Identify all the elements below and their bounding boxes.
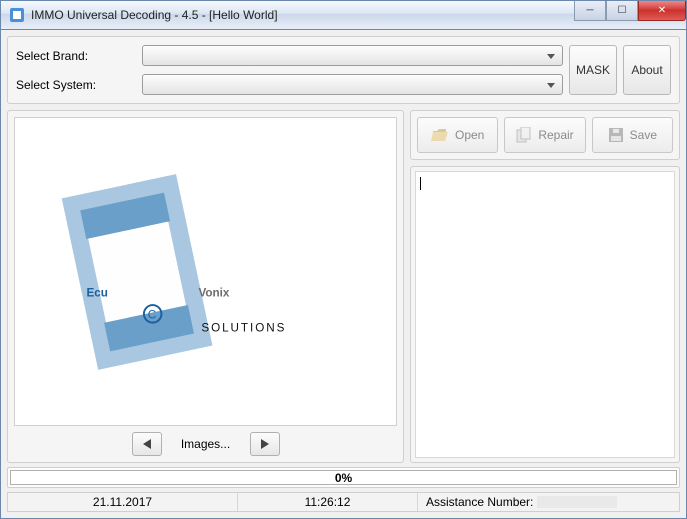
progress-text: 0% xyxy=(335,471,352,485)
progress-panel: 0% xyxy=(7,467,680,488)
svg-text:C: C xyxy=(148,308,156,321)
middle-area: Ecu Vonix C SOLUTIONS Images... xyxy=(7,110,680,463)
status-bar: 21.11.2017 11:26:12 Assistance Number: xyxy=(7,492,680,512)
minimize-button[interactable]: ─ xyxy=(574,1,606,21)
arrow-left-icon xyxy=(143,439,151,449)
open-button[interactable]: Open xyxy=(417,117,498,153)
about-button[interactable]: About xyxy=(623,45,671,95)
log-panel xyxy=(410,166,680,463)
selectors: Select Brand: Select System: xyxy=(16,45,563,95)
right-panel: Open Repair Save xyxy=(410,110,680,463)
save-button[interactable]: Save xyxy=(592,117,673,153)
next-image-button[interactable] xyxy=(250,432,280,456)
assistance-number xyxy=(537,496,617,508)
mask-button[interactable]: MASK xyxy=(569,45,617,95)
svg-text:SOLUTIONS: SOLUTIONS xyxy=(202,321,287,334)
status-assistance: Assistance Number: xyxy=(418,493,679,511)
documents-icon xyxy=(516,127,532,143)
ecuvonix-logo: Ecu Vonix C SOLUTIONS xyxy=(30,160,381,384)
client-area: Select Brand: Select System: MASK About xyxy=(0,30,687,519)
image-viewer: Ecu Vonix C SOLUTIONS xyxy=(14,117,397,426)
brand-combobox[interactable] xyxy=(142,45,563,66)
window-controls: ─ ☐ ✕ xyxy=(574,1,686,21)
repair-button[interactable]: Repair xyxy=(504,117,585,153)
log-textarea[interactable] xyxy=(415,171,675,458)
arrow-right-icon xyxy=(261,439,269,449)
file-toolbar: Open Repair Save xyxy=(410,110,680,160)
status-date: 21.11.2017 xyxy=(8,493,238,511)
svg-text:Vonix: Vonix xyxy=(199,286,230,299)
system-row: Select System: xyxy=(16,74,563,95)
maximize-button[interactable]: ☐ xyxy=(606,1,638,21)
app-icon xyxy=(9,7,25,23)
assistance-label: Assistance Number: xyxy=(426,495,533,509)
titlebar: IMMO Universal Decoding - 4.5 - [Hello W… xyxy=(0,0,687,30)
status-time: 11:26:12 xyxy=(238,493,418,511)
folder-open-icon xyxy=(431,128,449,142)
svg-text:Ecu: Ecu xyxy=(87,286,108,299)
image-panel: Ecu Vonix C SOLUTIONS Images... xyxy=(7,110,404,463)
brand-label: Select Brand: xyxy=(16,49,136,63)
close-button[interactable]: ✕ xyxy=(638,1,686,21)
floppy-disk-icon xyxy=(608,127,624,143)
image-nav: Images... xyxy=(14,432,397,456)
text-caret xyxy=(420,177,421,190)
progress-bar: 0% xyxy=(10,470,677,485)
system-combobox[interactable] xyxy=(142,74,563,95)
system-label: Select System: xyxy=(16,78,136,92)
selection-panel: Select Brand: Select System: MASK About xyxy=(7,36,680,104)
images-label: Images... xyxy=(166,437,246,451)
prev-image-button[interactable] xyxy=(132,432,162,456)
brand-row: Select Brand: xyxy=(16,45,563,66)
